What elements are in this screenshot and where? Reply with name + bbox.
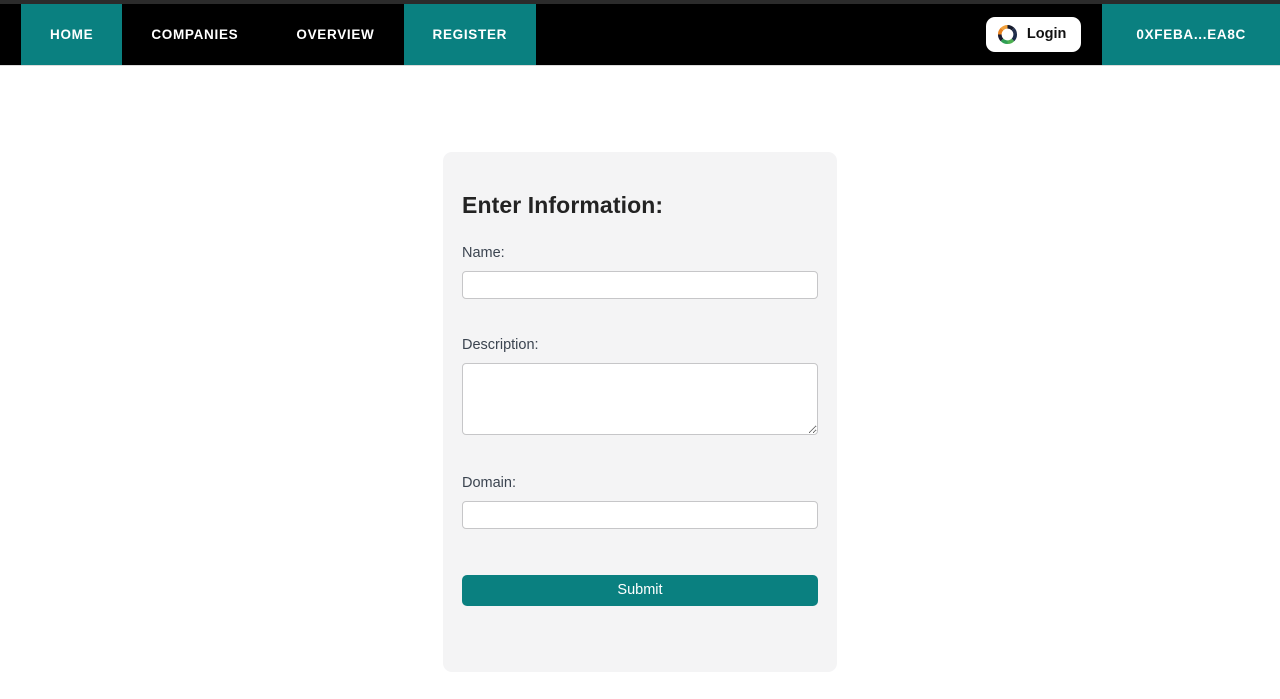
navbar-actions: Login 0XFEBA...EA8C [985, 4, 1280, 65]
name-label: Name: [462, 245, 505, 261]
field-name: Name: [462, 245, 818, 299]
description-textarea[interactable] [462, 363, 818, 435]
segmented-ring-icon [997, 24, 1018, 45]
login-button[interactable]: Login [985, 17, 1082, 52]
navbar-bottom-divider [0, 65, 1280, 66]
field-description: Description: [462, 337, 818, 435]
nav-item-register-label: REGISTER [432, 27, 508, 42]
register-form-card: Enter Information: Name: Description: Do… [443, 152, 837, 672]
nav-item-overview[interactable]: OVERVIEW [267, 4, 403, 65]
field-domain: Domain: [462, 475, 818, 529]
domain-input[interactable] [462, 501, 818, 529]
navbar-links: HOME COMPANIES OVERVIEW REGISTER [0, 4, 537, 65]
wallet-address-label: 0XFEBA...EA8C [1136, 27, 1246, 42]
nav-item-companies-label: COMPANIES [151, 27, 239, 42]
description-label: Description: [462, 337, 539, 353]
form-title: Enter Information: [462, 192, 664, 218]
nav-item-register[interactable]: REGISTER [403, 4, 537, 65]
nav-item-home-label: HOME [50, 27, 94, 42]
name-input[interactable] [462, 271, 818, 299]
submit-button[interactable]: Submit [462, 575, 818, 606]
login-button-label: Login [1026, 26, 1067, 43]
main-navbar: HOME COMPANIES OVERVIEW REGISTER Login 0… [0, 4, 1280, 65]
nav-item-home[interactable]: HOME [21, 4, 123, 65]
domain-label: Domain: [462, 475, 516, 491]
nav-item-overview-label: OVERVIEW [296, 27, 375, 42]
wallet-address-chip[interactable]: 0XFEBA...EA8C [1102, 4, 1280, 65]
nav-item-companies[interactable]: COMPANIES [122, 4, 267, 65]
navbar-spacer [536, 4, 986, 65]
